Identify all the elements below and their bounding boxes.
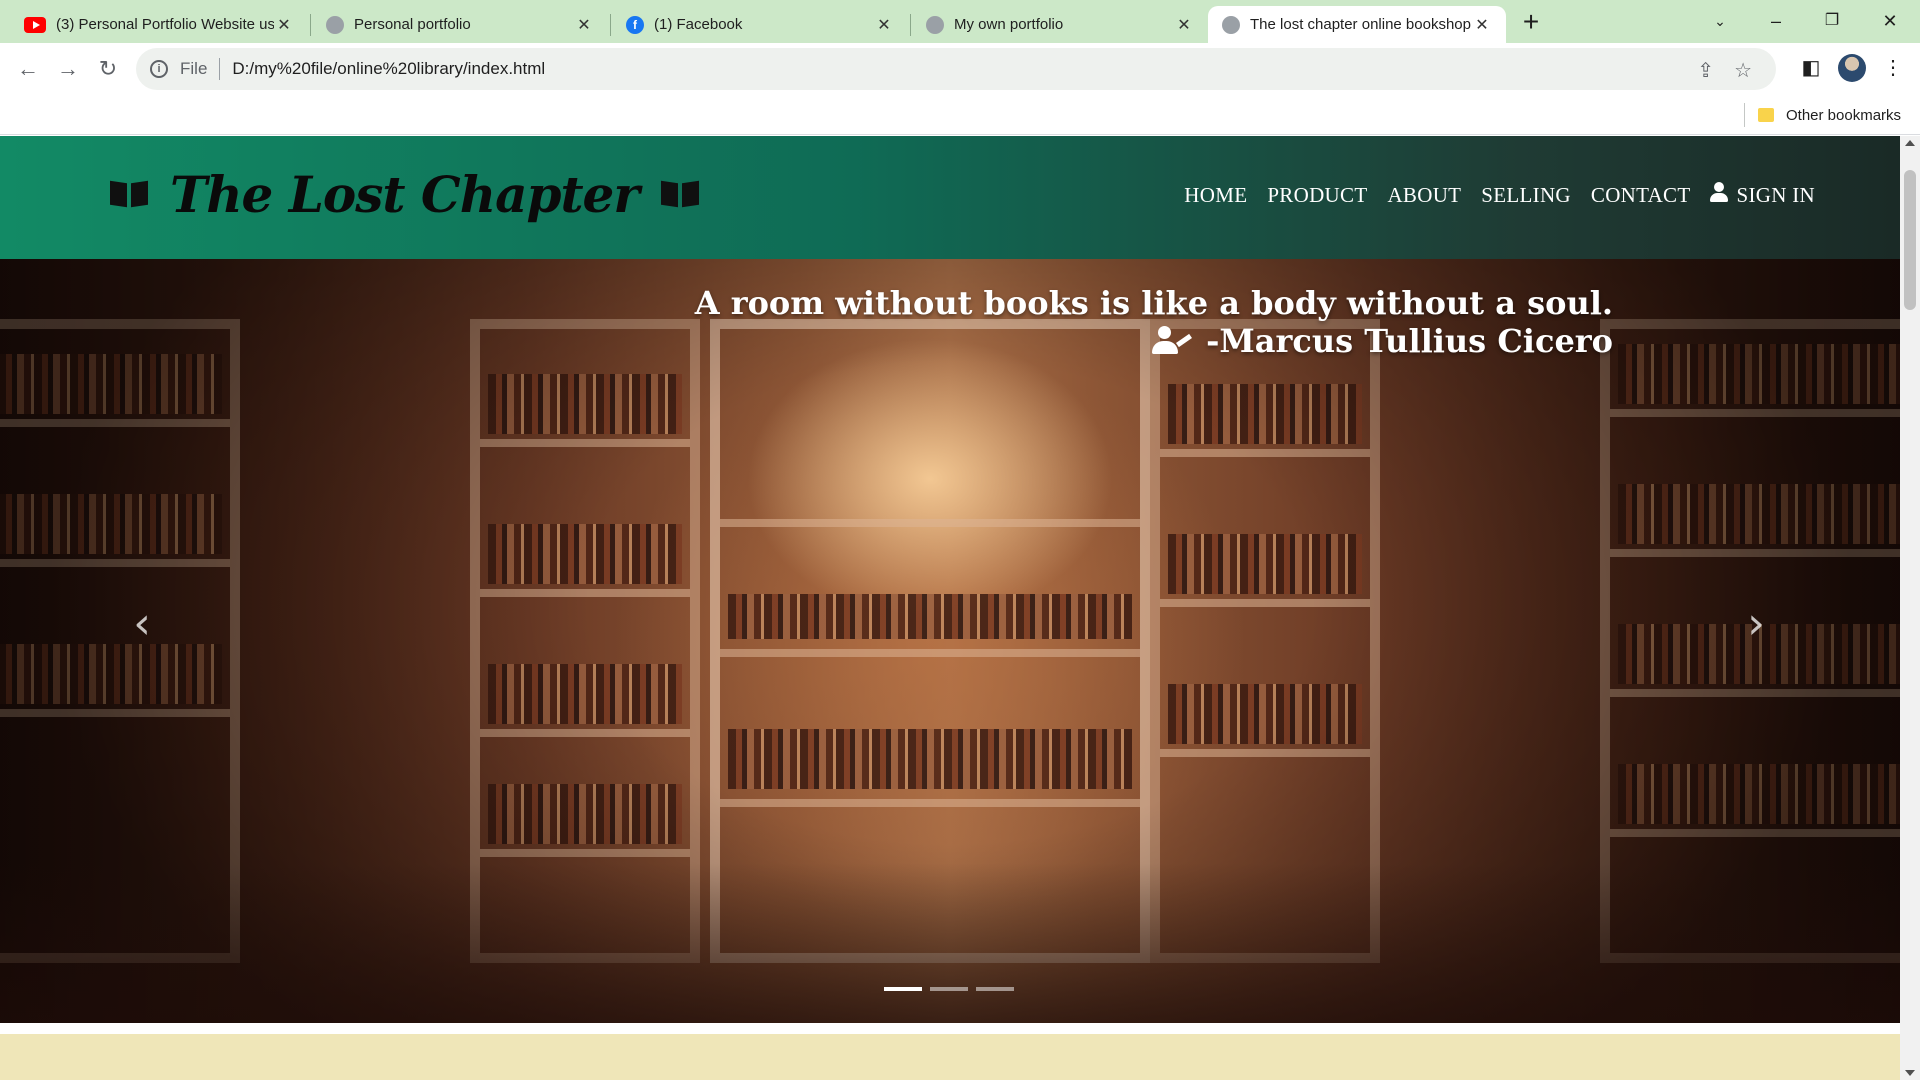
scroll-down-arrow[interactable]: [1905, 1070, 1915, 1076]
tab-personal-portfolio[interactable]: Personal portfolio ✕: [312, 6, 608, 43]
nav-selling[interactable]: SELLING: [1481, 183, 1571, 208]
hero-floor: [0, 863, 1900, 1023]
tab-title: (1) Facebook: [654, 16, 743, 33]
address-bar[interactable]: i File D:/my%20file/online%20library/ind…: [136, 48, 1776, 90]
sign-in-label: SIGN IN: [1736, 183, 1815, 207]
tab-lost-chapter[interactable]: The lost chapter online bookshop ✕: [1208, 6, 1506, 43]
site-logo[interactable]: The Lost Chapter: [110, 154, 699, 234]
close-icon[interactable]: ✕: [1472, 15, 1492, 35]
globe-icon: [1222, 15, 1240, 34]
carousel-prev-button[interactable]: ‹: [122, 599, 162, 649]
open-book-icon: [661, 180, 699, 208]
chevron-left-icon: ‹: [133, 598, 151, 649]
restore-button[interactable]: ❐: [1812, 6, 1852, 36]
close-icon[interactable]: ✕: [1174, 15, 1194, 35]
nav-about[interactable]: ABOUT: [1387, 183, 1461, 208]
globe-icon: [326, 15, 344, 34]
scroll-thumb[interactable]: [1904, 170, 1916, 310]
sign-in-link[interactable]: SIGN IN: [1710, 182, 1815, 208]
tab-my-own-portfolio[interactable]: My own portfolio ✕: [912, 6, 1208, 43]
tab-separator: [610, 14, 611, 36]
close-icon[interactable]: ✕: [574, 15, 594, 35]
other-bookmarks-label: Other bookmarks: [1786, 106, 1902, 124]
quote-text: A room without books is like a body with…: [694, 284, 1613, 322]
new-tab-button[interactable]: +: [1516, 8, 1546, 38]
tab-separator: [910, 14, 911, 36]
page-viewport: The Lost Chapter HOME PRODUCT ABOUT SELL…: [0, 136, 1900, 1080]
back-button[interactable]: ←: [14, 55, 42, 83]
folder-icon: [1758, 108, 1774, 122]
close-icon[interactable]: ✕: [874, 15, 894, 35]
carousel-indicators: [884, 987, 1014, 991]
menu-icon[interactable]: ⋮: [1878, 53, 1908, 83]
page-scrollbar[interactable]: [1900, 136, 1920, 1080]
main-nav: HOME PRODUCT ABOUT SELLING CONTACT SIGN …: [1184, 182, 1815, 208]
address-url[interactable]: D:/my%20file/online%20library/index.html: [232, 59, 545, 79]
bookmark-star-icon[interactable]: ☆: [1734, 58, 1752, 83]
site-header: The Lost Chapter HOME PRODUCT ABOUT SELL…: [0, 136, 1900, 259]
quote-author-row: -Marcus Tullius Cicero: [695, 322, 1613, 360]
forward-button[interactable]: →: [54, 55, 82, 83]
hero-quote: A room without books is like a body with…: [695, 284, 1613, 360]
other-bookmarks[interactable]: Other bookmarks: [1758, 103, 1901, 127]
bookmarks-bar: Other bookmarks: [0, 95, 1920, 135]
nav-product[interactable]: PRODUCT: [1267, 183, 1367, 208]
close-icon[interactable]: ✕: [274, 15, 294, 35]
browser-tab-bar: (3) Personal Portfolio Website usi ✕ Per…: [0, 0, 1920, 43]
globe-icon: [926, 15, 944, 34]
share-icon[interactable]: ⇪: [1697, 58, 1714, 83]
user-icon: [1710, 182, 1729, 204]
carousel-indicator[interactable]: [930, 987, 968, 991]
bookmarks-divider: [1744, 103, 1745, 127]
tab-title: (3) Personal Portfolio Website usi: [56, 16, 274, 33]
address-scheme: File: [180, 59, 208, 78]
quote-author: -Marcus Tullius Cicero: [1206, 322, 1613, 360]
next-section: [0, 1034, 1900, 1080]
tab-title: My own portfolio: [954, 16, 1064, 33]
address-actions: ⇪ ☆: [1697, 58, 1752, 83]
tab-youtube[interactable]: (3) Personal Portfolio Website usi ✕: [10, 6, 308, 43]
facebook-icon: f: [626, 15, 644, 34]
tab-title: The lost chapter online bookshop: [1250, 16, 1471, 33]
open-book-icon: [110, 180, 148, 208]
hero-carousel: A room without books is like a body with…: [0, 259, 1900, 1023]
chevron-right-icon: ›: [1747, 598, 1765, 649]
tab-title: Personal portfolio: [354, 16, 471, 33]
close-window-button[interactable]: ✕: [1870, 6, 1910, 36]
carousel-indicator[interactable]: [976, 987, 1014, 991]
tab-separator: [310, 14, 311, 36]
avatar[interactable]: [1838, 54, 1866, 82]
info-icon[interactable]: i: [150, 60, 168, 78]
tab-facebook[interactable]: f (1) Facebook ✕: [612, 6, 908, 43]
browser-toolbar: ← → ↻ i File D:/my%20file/online%20libra…: [0, 43, 1920, 95]
reload-button[interactable]: ↻: [94, 55, 122, 83]
nav-contact[interactable]: CONTACT: [1591, 183, 1691, 208]
user-pen-icon: [1152, 326, 1193, 356]
brand-name: The Lost Chapter: [170, 164, 640, 224]
nav-home[interactable]: HOME: [1184, 183, 1247, 208]
carousel-indicator[interactable]: [884, 987, 922, 991]
scroll-up-arrow[interactable]: [1905, 140, 1915, 146]
carousel-next-button[interactable]: ›: [1736, 599, 1776, 649]
address-divider: [219, 58, 221, 80]
side-panel-icon[interactable]: ◧: [1796, 53, 1826, 83]
minimize-button[interactable]: –: [1756, 6, 1796, 36]
youtube-icon: [24, 16, 46, 33]
tab-search-icon[interactable]: ⌄: [1700, 6, 1740, 36]
